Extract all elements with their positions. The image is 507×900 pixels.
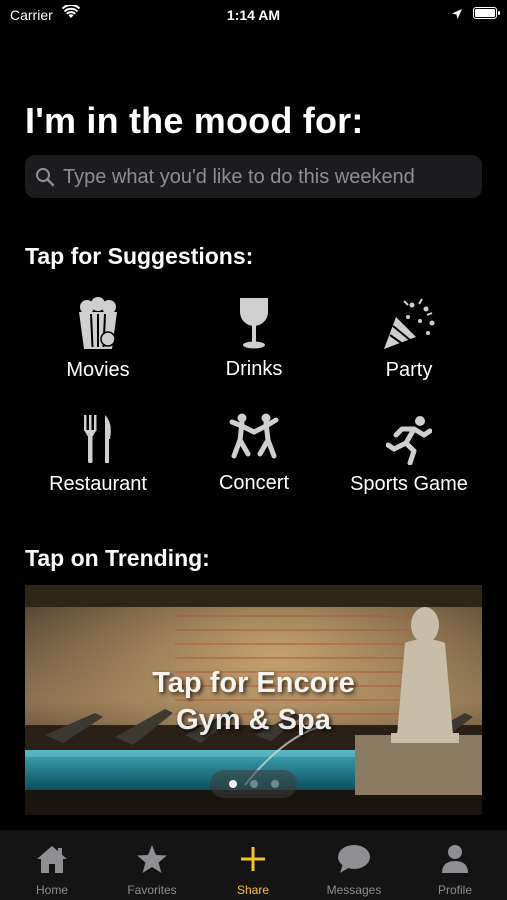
suggestion-label: Drinks	[225, 358, 283, 380]
suggestion-label: Party	[385, 359, 433, 381]
suggestion-label: Sports Game	[350, 473, 468, 495]
page-title: I'm in the mood for:	[25, 100, 364, 141]
tab-profile[interactable]: Profile	[405, 844, 505, 897]
location-arrow-icon	[451, 7, 463, 25]
page-dot[interactable]	[270, 780, 279, 788]
tab-home[interactable]: Home	[2, 844, 102, 897]
clock: 1:14 AM	[226, 7, 281, 23]
plus-icon	[241, 847, 265, 871]
suggestion-drinks[interactable]: Drinks	[174, 294, 334, 381]
banner-caption-line: Gym & Spa	[176, 704, 331, 736]
tab-share[interactable]: Share	[203, 844, 303, 897]
banner-caption: Tap for Encore Gym & Spa	[25, 665, 482, 739]
star-icon	[137, 845, 167, 873]
tab-messages[interactable]: Messages	[304, 844, 404, 897]
banner-caption-line: Tap for Encore	[152, 667, 355, 699]
trending-heading: Tap on Trending:	[25, 545, 210, 571]
suggestion-label: Concert	[218, 472, 290, 494]
page-dot[interactable]	[228, 780, 237, 788]
fork-knife-icon	[18, 409, 178, 465]
tab-label: Home	[35, 883, 68, 897]
page-dot[interactable]	[249, 780, 258, 788]
tab-label: Favorites	[127, 883, 177, 897]
suggestion-label: Restaurant	[49, 473, 147, 495]
chat-bubble-icon	[338, 845, 370, 873]
runner-icon	[329, 409, 489, 465]
dancers-icon	[174, 408, 334, 464]
tab-bar: Home Favorites Share Messages Profile	[0, 830, 507, 900]
suggestion-concert[interactable]: Concert	[174, 408, 334, 495]
tab-favorites[interactable]: Favorites	[102, 844, 202, 897]
suggestion-label: Movies	[66, 359, 130, 381]
tab-label: Messages	[326, 883, 382, 897]
tab-label: Profile	[437, 883, 472, 897]
suggestion-movies[interactable]: Movies	[18, 295, 178, 382]
popcorn-icon	[18, 295, 178, 351]
trending-banner[interactable]: Tap for Encore Gym & Spa	[25, 585, 482, 815]
suggestion-sports-game[interactable]: Sports Game	[329, 409, 489, 496]
person-icon	[442, 845, 468, 873]
search-icon	[36, 168, 55, 187]
search-input[interactable]	[61, 155, 475, 200]
home-icon	[37, 846, 67, 873]
page-indicator[interactable]	[210, 770, 297, 798]
battery-icon	[473, 7, 500, 19]
tab-label: Share	[236, 883, 270, 897]
status-bar: Carrier 1:14 AM	[0, 0, 507, 30]
suggestions-heading: Tap for Suggestions:	[25, 243, 254, 269]
wine-glass-icon	[174, 294, 334, 350]
suggestion-restaurant[interactable]: Restaurant	[18, 409, 178, 496]
suggestion-party[interactable]: Party	[329, 295, 489, 382]
party-popper-icon	[329, 295, 489, 351]
search-bar[interactable]	[25, 155, 482, 200]
